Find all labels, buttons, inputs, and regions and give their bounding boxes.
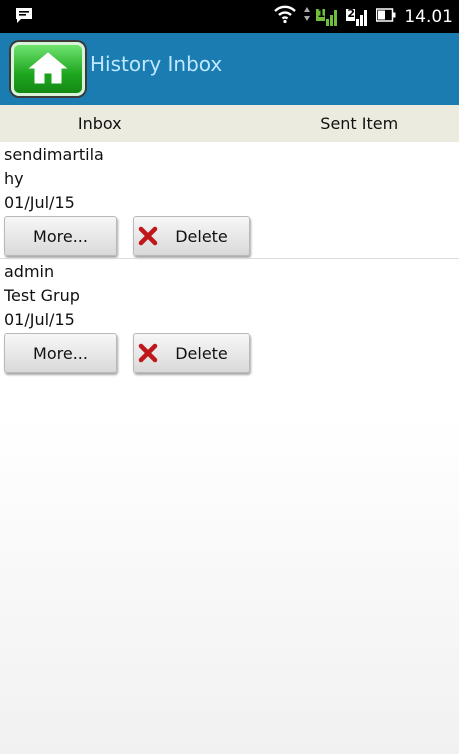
message-text: hy xyxy=(4,169,24,188)
delete-x-icon xyxy=(138,343,158,363)
message-date: 01/Jul/15 xyxy=(4,310,75,329)
message-date: 01/Jul/15 xyxy=(4,193,75,212)
home-button[interactable] xyxy=(11,42,85,96)
message-item: sendimartila hy 01/Jul/15 More... Delete xyxy=(0,142,459,258)
wifi-icon xyxy=(272,4,298,29)
sim1-label: 1 xyxy=(317,6,325,20)
delete-button[interactable]: Delete xyxy=(133,333,250,373)
tab-bar: Inbox Sent Item xyxy=(0,105,459,142)
app-bar: History Inbox xyxy=(0,33,459,105)
signal-sim1-icon: 1 xyxy=(316,7,340,27)
more-button-label: More... xyxy=(33,343,88,363)
status-bar: 1 2 14.01 xyxy=(0,0,459,33)
delete-x-icon xyxy=(138,226,158,246)
signal-sim2-icon: 2 xyxy=(346,7,370,27)
more-button[interactable]: More... xyxy=(4,333,117,373)
page-title: History Inbox xyxy=(90,52,223,76)
tab-inbox[interactable]: Inbox xyxy=(0,105,240,142)
battery-icon xyxy=(376,7,396,27)
delete-button[interactable]: Delete xyxy=(133,216,250,256)
message-sender: sendimartila xyxy=(4,145,104,164)
delete-button-label: Delete xyxy=(175,343,228,363)
more-button-label: More... xyxy=(33,226,88,246)
status-icons: 1 2 14.01 xyxy=(272,0,453,33)
delete-button-label: Delete xyxy=(175,226,228,246)
more-button[interactable]: More... xyxy=(4,216,117,256)
message-text: Test Grup xyxy=(4,286,80,305)
message-item: admin Test Grup 01/Jul/15 More... Delete xyxy=(0,259,459,375)
home-icon xyxy=(28,52,68,84)
sim2-label: 2 xyxy=(347,6,355,20)
message-sender: admin xyxy=(4,262,55,281)
tab-sent-item[interactable]: Sent Item xyxy=(240,105,459,142)
chat-notification-icon xyxy=(14,7,34,25)
data-arrows-icon xyxy=(304,6,311,27)
screen: 1 2 14.01 History Inbox Inbox Sent Item … xyxy=(0,0,459,754)
status-time: 14.01 xyxy=(404,6,453,27)
